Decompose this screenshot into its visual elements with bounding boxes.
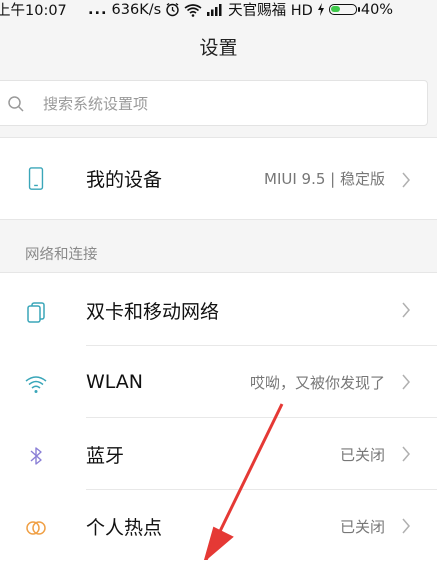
chevron-right-icon <box>402 374 410 390</box>
page-title: 设置 <box>199 36 238 59</box>
battery-icon <box>328 4 360 15</box>
alarm-icon <box>166 2 179 17</box>
status-battery: 40% <box>360 1 394 18</box>
network-item-value: 已关闭 <box>339 445 385 464</box>
network-item-dual-sim[interactable]: 双卡和移动网络 <box>0 274 437 346</box>
signal-icon <box>207 4 222 16</box>
network-item-wlan[interactable]: WLAN 哎呦，又被你发现了 <box>0 346 437 418</box>
charging-icon <box>317 3 324 16</box>
search-placeholder: 搜索系统设置项 <box>43 94 149 113</box>
wifi-icon <box>25 376 47 393</box>
network-item-label: 蓝牙 <box>86 444 125 467</box>
my-device-value: MIUI 9.5 | 稳定版 <box>264 169 385 188</box>
dual-sim-icon <box>27 302 45 323</box>
chevron-right-icon <box>402 172 410 188</box>
network-item-label: 双卡和移动网络 <box>86 300 220 323</box>
network-item-hotspot[interactable]: 个人热点 已关闭 <box>0 490 437 562</box>
chevron-right-icon <box>402 302 410 318</box>
search-icon <box>8 96 24 112</box>
network-item-value: 哎呦，又被你发现了 <box>249 373 385 392</box>
wifi-status-icon <box>184 3 202 17</box>
hotspot-icon <box>26 521 46 535</box>
network-item-bluetooth[interactable]: 蓝牙 已关闭 <box>0 418 437 490</box>
my-device-item[interactable]: 我的设备 MIUI 9.5 | 稳定版 <box>0 142 437 214</box>
status-speed: 636K/s <box>111 1 162 18</box>
network-item-value: 已关闭 <box>339 517 385 536</box>
chevron-right-icon <box>402 446 410 462</box>
search-input[interactable]: 搜索系统设置项 <box>0 80 428 126</box>
chevron-right-icon <box>402 518 410 534</box>
network-item-label: 个人热点 <box>86 516 163 539</box>
status-dots: ... <box>88 1 108 18</box>
status-bar: 上午10:07 ... 636K/s 天官赐福 HD 40% <box>0 0 437 19</box>
network-item-label: WLAN <box>86 371 144 393</box>
section-title-network: 网络和连接 <box>25 247 98 263</box>
phone-icon <box>28 167 44 190</box>
bluetooth-icon <box>30 447 42 465</box>
my-device-label: 我的设备 <box>86 168 163 191</box>
